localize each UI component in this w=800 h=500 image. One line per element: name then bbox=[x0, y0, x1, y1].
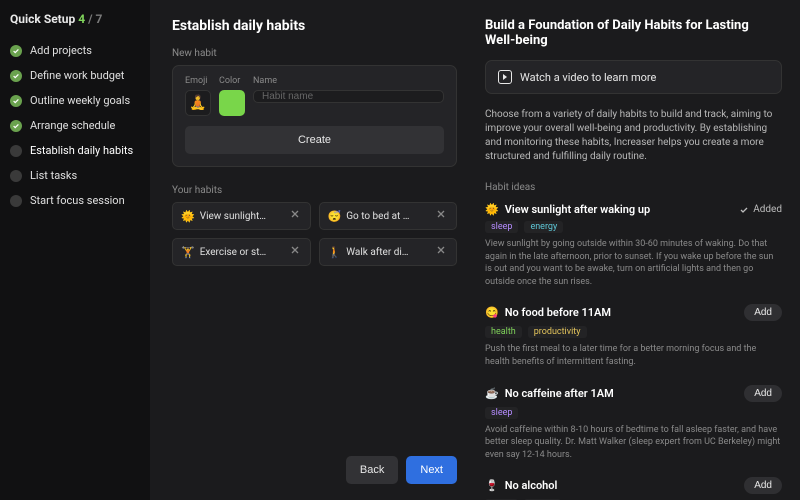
middle-panel: Establish daily habits New habit Emoji 🧘… bbox=[150, 0, 475, 500]
step-label: Establish daily habits bbox=[30, 144, 133, 157]
habit-grid: 🌞 View sunlight… 😴 Go to bed at … 🏋️ Exercise… bbox=[172, 202, 457, 266]
right-panel: Build a Foundation of Daily Habits for L… bbox=[475, 0, 800, 500]
watch-video-button[interactable]: Watch a video to learn more bbox=[485, 60, 782, 94]
habit-emoji: 😴 bbox=[328, 210, 342, 223]
tag-energy: energy bbox=[524, 221, 563, 233]
step-item[interactable]: Start focus session bbox=[10, 188, 140, 213]
emoji-field-label: Emoji bbox=[185, 76, 211, 86]
tag-sleep: sleep bbox=[485, 407, 518, 419]
step-item[interactable]: Add projects bbox=[10, 38, 140, 63]
step-item[interactable]: List tasks bbox=[10, 163, 140, 188]
step-item[interactable]: Outline weekly goals bbox=[10, 88, 140, 113]
habit-emoji: 🚶 bbox=[328, 246, 342, 259]
habit-chip[interactable]: 😴 Go to bed at … bbox=[319, 202, 458, 230]
habit-chip[interactable]: 🏋️ Exercise or st… bbox=[172, 238, 311, 266]
tag-health: health bbox=[485, 326, 522, 338]
idea-description: Push the first meal to a later time for … bbox=[485, 343, 782, 368]
tag-productivity: productivity bbox=[528, 326, 587, 338]
idea-emoji: 🍷 bbox=[485, 479, 499, 492]
section-title: Establish daily habits bbox=[172, 18, 457, 34]
right-title: Build a Foundation of Daily Habits for L… bbox=[485, 18, 782, 48]
color-picker[interactable] bbox=[219, 90, 245, 116]
habit-idea: 🌞 View sunlight after waking up Added sleep… bbox=[485, 203, 782, 288]
check-icon bbox=[10, 70, 22, 82]
habit-name-input[interactable] bbox=[253, 90, 444, 103]
tag-sleep: sleep bbox=[485, 221, 518, 233]
step-item[interactable]: Arrange schedule bbox=[10, 113, 140, 138]
emoji-picker[interactable]: 🧘 bbox=[185, 90, 211, 116]
step-label: List tasks bbox=[30, 169, 77, 182]
sidebar-title: Quick Setup 4 / 7 bbox=[10, 12, 140, 26]
idea-title: No caffeine after 1AM bbox=[505, 387, 739, 400]
color-field-label: Color bbox=[219, 76, 245, 86]
new-habit-card: Emoji 🧘 Color Name Create bbox=[172, 65, 457, 167]
habit-emoji: 🌞 bbox=[181, 210, 195, 223]
habit-emoji: 🏋️ bbox=[181, 246, 195, 259]
idea-tags: sleep energy bbox=[485, 221, 782, 233]
ideas-list: 🌞 View sunlight after waking up Added sleep… bbox=[485, 203, 782, 500]
check-icon bbox=[10, 45, 22, 57]
idea-emoji: 🌞 bbox=[485, 203, 499, 216]
idea-title: View sunlight after waking up bbox=[505, 203, 734, 216]
idea-tags: health productivity bbox=[485, 326, 782, 338]
habit-label: View sunlight… bbox=[200, 211, 285, 222]
idea-title: No alcohol bbox=[505, 479, 739, 492]
habit-label: Walk after di… bbox=[346, 247, 431, 258]
habit-label: Go to bed at … bbox=[346, 211, 431, 222]
step-label: Arrange schedule bbox=[30, 119, 115, 132]
add-habit-button[interactable]: Add bbox=[744, 385, 782, 402]
habit-idea: ☕ No caffeine after 1AM Add sleep Avoid caff… bbox=[485, 385, 782, 462]
sidebar-title-text: Quick Setup bbox=[10, 12, 75, 26]
create-button[interactable]: Create bbox=[185, 126, 444, 154]
step-label: Outline weekly goals bbox=[30, 94, 130, 107]
idea-emoji: ☕ bbox=[485, 387, 499, 400]
remove-habit-button[interactable] bbox=[436, 245, 450, 259]
idea-tags: sleep bbox=[485, 407, 782, 419]
added-indicator: Added bbox=[739, 204, 782, 215]
habit-label: Exercise or st… bbox=[200, 247, 285, 258]
intro-text: Choose from a variety of daily habits to… bbox=[485, 108, 782, 164]
next-button[interactable]: Next bbox=[406, 456, 457, 484]
step-dot-icon bbox=[10, 170, 22, 182]
habit-chip[interactable]: 🚶 Walk after di… bbox=[319, 238, 458, 266]
idea-emoji: 😋 bbox=[485, 306, 499, 319]
ideas-label: Habit ideas bbox=[485, 182, 782, 193]
sidebar: Quick Setup 4 / 7 Add projects Define wor… bbox=[0, 0, 150, 500]
idea-description: Avoid caffeine within 8-10 hours of bedt… bbox=[485, 424, 782, 462]
check-icon bbox=[10, 120, 22, 132]
add-habit-button[interactable]: Add bbox=[744, 477, 782, 494]
progress-sep: / bbox=[85, 12, 95, 26]
watch-video-label: Watch a video to learn more bbox=[520, 71, 656, 84]
add-habit-button[interactable]: Add bbox=[744, 304, 782, 321]
step-item[interactable]: Establish daily habits bbox=[10, 138, 140, 163]
habit-chip[interactable]: 🌞 View sunlight… bbox=[172, 202, 311, 230]
habit-idea: 😋 No food before 11AM Add health productivit… bbox=[485, 304, 782, 368]
back-button[interactable]: Back bbox=[346, 456, 398, 484]
habit-idea: 🍷No alcoholAddsleephealthDrinking alcoho… bbox=[485, 477, 782, 500]
check-icon bbox=[10, 95, 22, 107]
idea-title: No food before 11AM bbox=[505, 306, 739, 319]
progress-total: 7 bbox=[96, 12, 103, 26]
new-habit-label: New habit bbox=[172, 48, 457, 59]
remove-habit-button[interactable] bbox=[290, 245, 304, 259]
name-field-label: Name bbox=[253, 76, 444, 86]
step-label: Add projects bbox=[30, 44, 92, 57]
step-dot-icon bbox=[10, 195, 22, 207]
step-dot-icon bbox=[10, 145, 22, 157]
step-item[interactable]: Define work budget bbox=[10, 63, 140, 88]
play-icon bbox=[498, 70, 512, 84]
step-label: Start focus session bbox=[30, 194, 125, 207]
step-list: Add projects Define work budget Outline we… bbox=[10, 38, 140, 213]
step-label: Define work budget bbox=[30, 69, 124, 82]
remove-habit-button[interactable] bbox=[290, 209, 304, 223]
your-habits-label: Your habits bbox=[172, 185, 457, 196]
idea-description: View sunlight by going outside within 30… bbox=[485, 238, 782, 288]
remove-habit-button[interactable] bbox=[436, 209, 450, 223]
